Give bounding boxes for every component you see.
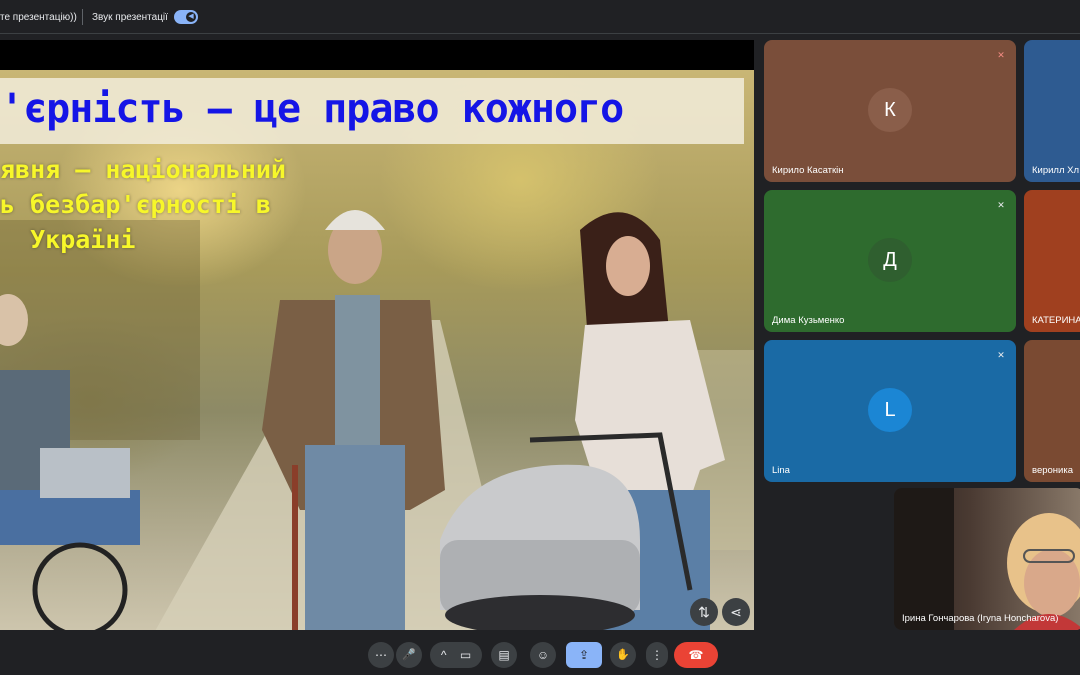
microphone-icon[interactable]: 🎤	[396, 642, 422, 668]
avatar: Д	[868, 238, 912, 282]
pin-icon[interactable]: ⇅	[690, 598, 718, 626]
participant-tile[interactable]: вероника	[1024, 340, 1080, 482]
participant-tile[interactable]: К Кирило Касаткін ✕	[764, 40, 1016, 182]
muted-mic-icon: ✕	[997, 200, 1005, 210]
slide-subtitle: явня – національний ь безбар'єрності в У…	[0, 152, 286, 257]
camera-options-button[interactable]: ^ ▭	[430, 642, 482, 668]
raise-hand-icon[interactable]: ✋	[610, 642, 636, 668]
participant-video	[894, 488, 1080, 630]
slide: 'єрність — це право кожного явня – націо…	[0, 70, 754, 630]
participant-name: КАТЕРИНА	[1032, 315, 1080, 326]
sound-toggle[interactable]: ◀	[174, 10, 198, 24]
chevron-up-icon: ^	[440, 648, 447, 662]
participant-tile[interactable]: Кирилл Хл	[1024, 40, 1080, 182]
participant-name: Lina	[772, 465, 790, 476]
captions-icon[interactable]: ▤	[491, 642, 517, 668]
slide-subtitle-line: ь безбар'єрності в	[0, 190, 271, 219]
participant-name: вероника	[1032, 465, 1073, 476]
participant-name: Дима Кузьменко	[772, 315, 845, 326]
participant-name: Ірина Гончарова (Iryna Honcharova)	[902, 613, 1059, 624]
participant-name: Кирило Касаткін	[772, 165, 844, 176]
sound-label: Звук презентації	[92, 12, 168, 23]
participant-video-tile[interactable]: Ірина Гончарова (Iryna Honcharova)	[894, 488, 1080, 630]
presentation-stage: 'єрність — це право кожного явня – націо…	[0, 40, 754, 630]
share-icon[interactable]: ⋖	[722, 598, 750, 626]
participant-tile[interactable]: КАТЕРИНА	[1024, 190, 1080, 332]
avatar: L	[868, 388, 912, 432]
camera-icon: ▭	[459, 648, 472, 662]
slide-title: 'єрність — це право кожного	[0, 86, 624, 132]
call-controls: ⋯ 🎤 ^ ▭ ▤ ☺ ⇪ ✋ ⋮ ☎	[0, 634, 1080, 675]
slide-subtitle-line: Україні	[0, 225, 136, 254]
slide-subtitle-line: явня – національний	[0, 155, 286, 184]
emoji-icon[interactable]: ☺	[530, 642, 556, 668]
more-options-icon[interactable]: ⋯	[368, 642, 394, 668]
avatar: К	[868, 88, 912, 132]
presentation-topbar: те презентацію)) Звук презентації ◀	[0, 0, 1080, 34]
more-vert-icon[interactable]: ⋮	[646, 642, 668, 668]
participant-name: Кирилл Хл	[1032, 165, 1080, 176]
topbar-divider	[82, 9, 83, 25]
speaker-icon: ◀	[186, 12, 196, 22]
present-screen-icon[interactable]: ⇪	[566, 642, 602, 668]
participant-tile[interactable]: L Lina ✕	[764, 340, 1016, 482]
muted-mic-icon: ✕	[997, 50, 1005, 60]
presentation-text[interactable]: те презентацію))	[0, 12, 77, 23]
participant-tile[interactable]: Д Дима Кузьменко ✕	[764, 190, 1016, 332]
muted-mic-icon: ✕	[997, 350, 1005, 360]
hang-up-icon[interactable]: ☎	[674, 642, 718, 668]
